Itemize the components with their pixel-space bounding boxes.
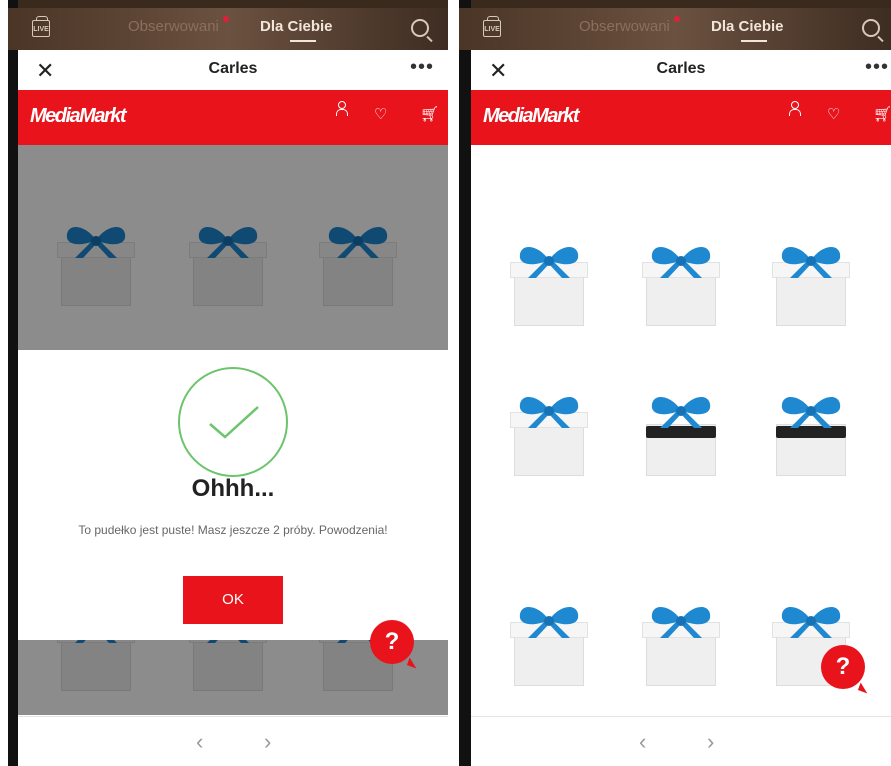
page-title: Carles <box>208 60 258 77</box>
user-icon[interactable] <box>789 101 801 116</box>
store-logo[interactable]: MediaMarkt <box>483 105 580 128</box>
webview-header: ✕ Carles ••• <box>18 50 448 90</box>
store-header: MediaMarkt ♡ 🛒︎ <box>471 90 891 145</box>
user-icon[interactable] <box>336 101 348 116</box>
phone-bezel <box>459 0 471 766</box>
chevron-left-icon[interactable]: ‹ <box>639 729 646 755</box>
pager: ‹ › <box>18 716 448 766</box>
tab-followed[interactable]: Obserwowani <box>579 18 670 35</box>
success-check-icon <box>178 367 288 477</box>
gift-box-body <box>646 274 716 326</box>
tab-active-underline <box>741 40 767 42</box>
chevron-right-icon[interactable]: › <box>264 729 271 755</box>
gift-box-body <box>514 274 584 326</box>
gift-box-body <box>776 274 846 326</box>
gift-box[interactable] <box>506 600 592 686</box>
bow-icon <box>638 600 724 640</box>
gift-box-body <box>646 634 716 686</box>
more-options-icon[interactable]: ••• <box>865 56 889 79</box>
gift-box[interactable] <box>506 240 592 326</box>
modal-title: Ohhh... <box>191 475 275 502</box>
gift-box[interactable] <box>506 390 592 476</box>
gift-box[interactable] <box>638 240 724 326</box>
heart-icon[interactable]: ♡ <box>827 105 840 123</box>
right-phone-screen: LIVE Obserwowani Dla Ciebie ✕ Carles •••… <box>459 0 891 766</box>
bow-icon <box>768 240 854 280</box>
tab-for-you[interactable]: Dla Ciebie <box>260 18 333 35</box>
bow-icon <box>638 240 724 280</box>
cart-icon[interactable]: 🛒︎ <box>420 105 439 123</box>
live-icon[interactable]: LIVE <box>32 16 50 37</box>
gift-box-body <box>514 634 584 686</box>
store-header: MediaMarkt ♡ 🛒︎ <box>18 90 448 145</box>
bow-icon <box>506 600 592 640</box>
more-options-icon[interactable]: ••• <box>410 56 434 79</box>
gift-box[interactable] <box>768 240 854 326</box>
help-button[interactable]: ? <box>821 645 865 689</box>
phone-bezel <box>8 0 18 766</box>
chevron-right-icon[interactable]: › <box>707 729 714 755</box>
tab-active-underline <box>290 40 316 42</box>
gift-box[interactable] <box>638 600 724 686</box>
pager: ‹ › <box>471 716 891 766</box>
live-icon[interactable]: LIVE <box>483 16 501 37</box>
tab-for-you[interactable]: Dla Ciebie <box>711 18 784 35</box>
ok-button[interactable]: OK <box>183 576 283 624</box>
page-title: Carles <box>656 60 706 77</box>
bow-icon <box>506 390 592 430</box>
bow-icon <box>768 390 854 430</box>
gift-box-body <box>514 424 584 476</box>
webview-header: ✕ Carles ••• <box>471 50 891 90</box>
webview-card: ✕ Carles ••• MediaMarkt ♡ 🛒︎ Ohhh... To … <box>18 50 448 766</box>
search-icon[interactable] <box>862 19 880 37</box>
chevron-left-icon[interactable]: ‹ <box>196 729 203 755</box>
store-logo[interactable]: MediaMarkt <box>30 105 127 128</box>
modal-message: To pudełko jest puste! Masz jeszcze 2 pr… <box>78 523 388 537</box>
left-phone-screen: LIVE Obserwowani Dla Ciebie ✕ Carles •••… <box>8 0 448 766</box>
cart-icon[interactable]: 🛒︎ <box>873 105 891 123</box>
gift-box[interactable] <box>638 390 724 476</box>
bow-icon <box>768 600 854 640</box>
gift-box[interactable] <box>768 390 854 476</box>
live-topbar: LIVE Obserwowani Dla Ciebie <box>8 8 448 50</box>
bow-icon <box>638 390 724 430</box>
result-modal: Ohhh... To pudełko jest puste! Masz jesz… <box>18 350 448 640</box>
search-icon[interactable] <box>411 19 429 37</box>
heart-icon[interactable]: ♡ <box>374 105 387 123</box>
tab-followed[interactable]: Obserwowani <box>128 18 219 35</box>
bow-icon <box>506 240 592 280</box>
gift-game <box>471 145 891 715</box>
help-button[interactable]: ? <box>370 620 414 664</box>
live-topbar: LIVE Obserwowani Dla Ciebie <box>459 8 891 50</box>
webview-card: ✕ Carles ••• MediaMarkt ♡ 🛒︎ ? ‹ › <box>471 50 891 766</box>
notification-dot <box>223 16 229 22</box>
notification-dot <box>674 16 680 22</box>
